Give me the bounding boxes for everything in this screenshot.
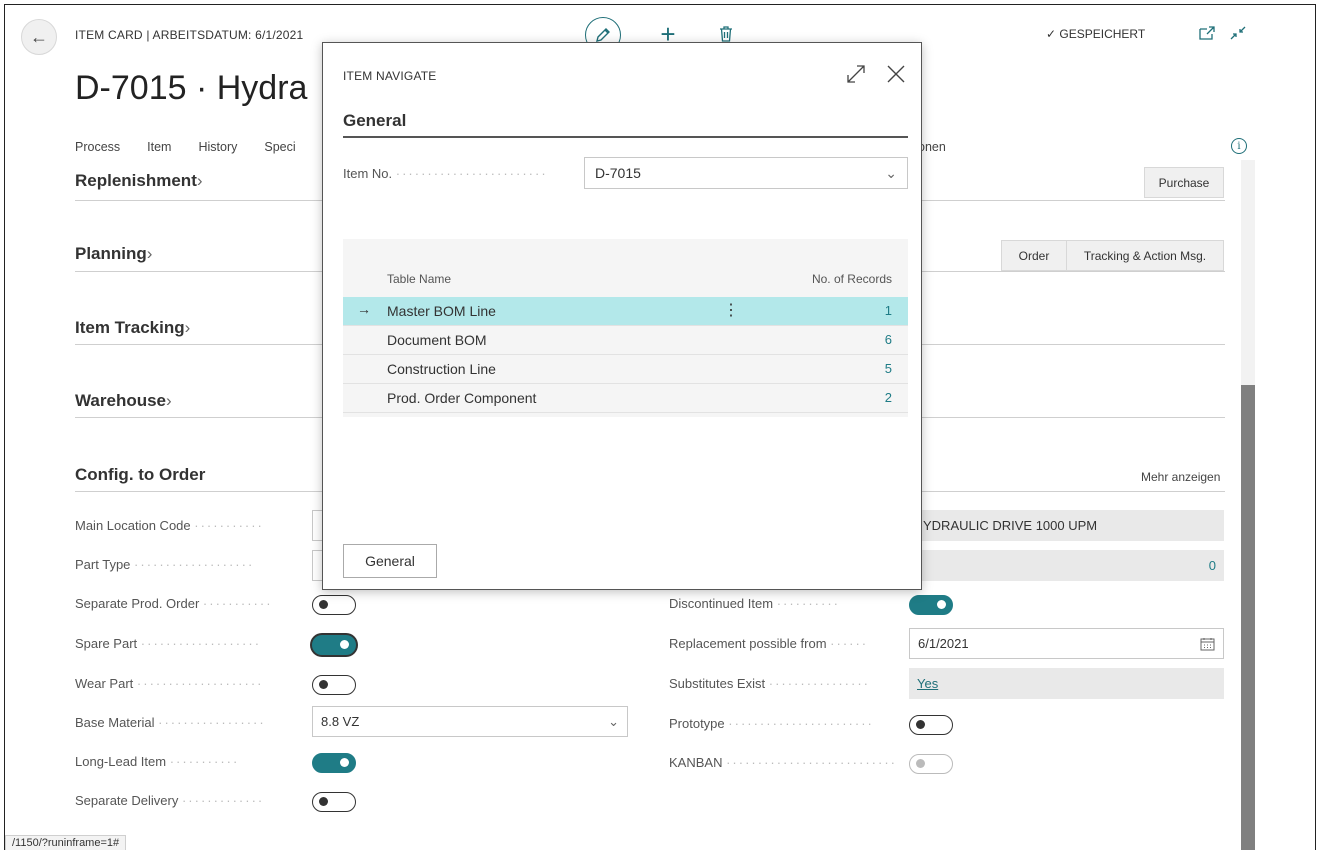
saved-label: GESPEICHERT (1059, 27, 1146, 41)
row-table-name[interactable]: Document BOM (387, 332, 487, 348)
menu-process[interactable]: Process (75, 140, 120, 154)
dialog-divider (343, 136, 908, 138)
scrollbar-thumb[interactable] (1241, 385, 1255, 850)
discontinued-toggle[interactable] (909, 595, 953, 615)
arrow-left-icon: ← (30, 26, 48, 47)
item-navigate-dialog: ITEM NAVIGATE General Item No. ·········… (322, 42, 922, 590)
collapse-icon (1230, 26, 1246, 40)
row-record-count[interactable]: 5 (885, 361, 892, 376)
trash-icon (720, 26, 732, 42)
base-material-select[interactable]: 8.8 VZ ⌄ (312, 706, 628, 737)
status-url: /1150/?runinframe=1# (5, 835, 127, 850)
row-table-name[interactable]: Prod. Order Component (387, 390, 536, 406)
calendar-icon[interactable] (1200, 637, 1215, 651)
field-label-spare-part: Spare Part ··················· (75, 636, 262, 651)
field-label-kanban: KANBAN ··························· (669, 755, 897, 770)
saved-status: ✓ GESPEICHERT (1046, 27, 1145, 41)
menu-special[interactable]: Speci (264, 140, 295, 154)
collapse-button[interactable] (1229, 25, 1249, 43)
section-title: Planning (75, 244, 147, 263)
section-title: Replenishment (75, 171, 197, 190)
general-button[interactable]: General (343, 544, 437, 578)
open-in-new-icon (1199, 26, 1215, 40)
long-lead-item-toggle[interactable] (312, 753, 356, 773)
section-title: Warehouse (75, 391, 167, 410)
row-table-name[interactable]: Master BOM Line (387, 303, 496, 319)
description-field[interactable]: YDRAULIC DRIVE 1000 UPM (915, 510, 1224, 541)
section-title: Item Tracking (75, 318, 185, 337)
menu-fragment[interactable]: onen (918, 140, 946, 154)
show-more-link[interactable]: Mehr anzeigen (1141, 470, 1220, 484)
close-icon[interactable] (885, 63, 907, 85)
field-label-part-type: Part Type ··················· (75, 557, 255, 572)
replacement-date-input[interactable]: 6/1/2021 (909, 628, 1224, 659)
field-label-long-lead-item: Long-Lead Item ··········· (75, 754, 240, 769)
tracking-action-button[interactable]: Tracking & Action Msg. (1066, 240, 1224, 271)
open-new-window-button[interactable] (1198, 25, 1218, 43)
field-label-replacement: Replacement possible from ······ (669, 636, 869, 651)
chevron-right-icon: › (184, 318, 191, 337)
separate-prod-order-toggle[interactable] (312, 595, 356, 615)
breadcrumb: ITEM CARD | ARBEITSDATUM: 6/1/2021 (75, 28, 304, 42)
substitutes-field: Yes (909, 668, 1224, 699)
kanban-toggle[interactable] (909, 754, 953, 774)
separate-delivery-toggle[interactable] (312, 792, 356, 812)
table-row[interactable]: Prod. Order Component 2 (343, 384, 908, 413)
page-title: D-7015 · Hydra (75, 69, 308, 107)
chevron-down-icon: ⌄ (885, 164, 897, 181)
table-row[interactable]: Document BOM 6 (343, 326, 908, 355)
dialog-controls (845, 63, 907, 85)
chevron-down-icon: ⌄ (608, 713, 619, 729)
replacement-date-value: 6/1/2021 (918, 636, 969, 651)
item-no-value: D-7015 (595, 165, 641, 181)
row-record-count[interactable]: 2 (885, 390, 892, 405)
field-label-wear-part: Wear Part ···················· (75, 676, 264, 691)
table-row[interactable]: Construction Line 5 (343, 355, 908, 384)
number-field[interactable]: 0 (915, 550, 1224, 581)
chevron-right-icon: › (166, 391, 172, 410)
row-record-count[interactable]: 1 (885, 303, 892, 318)
substitutes-link[interactable]: Yes (917, 676, 938, 691)
prototype-toggle[interactable] (909, 715, 953, 735)
field-label-main-location: Main Location Code ··········· (75, 518, 264, 533)
arrow-right-icon: → (357, 301, 371, 317)
row-table-name[interactable]: Construction Line (387, 361, 496, 377)
info-icon[interactable]: i (1231, 138, 1247, 154)
column-header-table-name[interactable]: Table Name (387, 272, 451, 286)
dialog-title: ITEM NAVIGATE (343, 69, 437, 83)
wear-part-toggle[interactable] (312, 675, 356, 695)
field-label-prototype: Prototype ······················· (669, 716, 874, 731)
menu-history[interactable]: History (198, 140, 237, 154)
expand-icon[interactable] (845, 63, 867, 85)
item-no-select[interactable]: D-7015 ⌄ (584, 157, 908, 189)
section-planning[interactable]: Planning› (75, 244, 152, 264)
row-record-count[interactable]: 6 (885, 332, 892, 347)
menu-item[interactable]: Item (147, 140, 171, 154)
chevron-right-icon: › (146, 244, 153, 263)
section-warehouse[interactable]: Warehouse› (75, 391, 172, 411)
field-label-substitutes: Substitutes Exist ················ (669, 676, 870, 691)
table-row[interactable]: → Master BOM Line ⋮ 1 (343, 297, 908, 326)
field-label-base-material: Base Material ················· (75, 715, 266, 730)
dialog-section-general[interactable]: General (343, 111, 406, 131)
base-material-value: 8.8 VZ (321, 714, 360, 729)
item-no-label: Item No. ························ (343, 166, 548, 181)
action-menu: Process Item History Speci (75, 140, 296, 154)
app-window: ← ITEM CARD | ARBEITSDATUM: 6/1/2021 + ✓… (4, 4, 1316, 850)
spare-part-toggle[interactable] (312, 635, 356, 655)
field-label-separate-prod-order: Separate Prod. Order ··········· (75, 596, 273, 611)
navigate-table: Table Name No. of Records → Master BOM L… (343, 239, 908, 417)
field-label-separate-delivery: Separate Delivery ············· (75, 793, 265, 808)
chevron-right-icon: › (196, 171, 203, 190)
order-button[interactable]: Order (1001, 240, 1067, 271)
section-replenishment[interactable]: Replenishment› (75, 171, 203, 191)
more-options-icon[interactable]: ⋮ (723, 300, 739, 320)
purchase-button[interactable]: Purchase (1144, 167, 1224, 198)
back-button[interactable]: ← (21, 19, 57, 55)
section-item-tracking[interactable]: Item Tracking› (75, 318, 190, 338)
column-header-records[interactable]: No. of Records (812, 272, 892, 286)
section-config-to-order[interactable]: Config. to Order (75, 465, 205, 485)
field-label-discontinued: Discontinued Item ·········· (669, 596, 840, 611)
check-icon: ✓ (1046, 27, 1057, 41)
